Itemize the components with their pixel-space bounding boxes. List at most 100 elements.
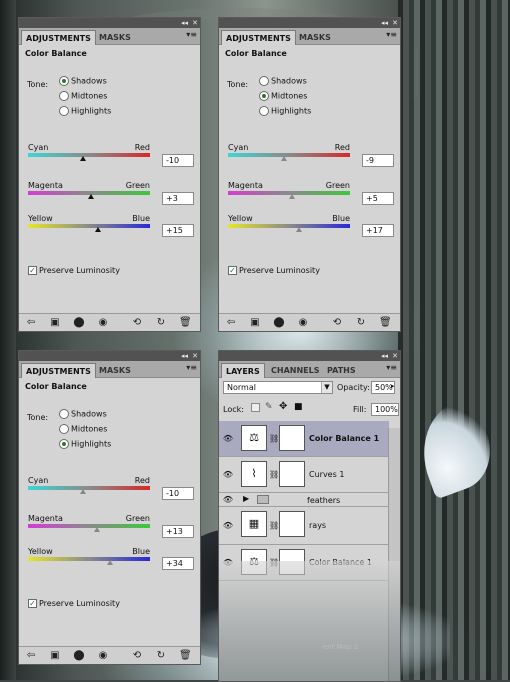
tone-radio-highlights[interactable]: Highlights bbox=[59, 439, 111, 449]
tone-radio-shadows[interactable]: Shadows bbox=[59, 409, 107, 419]
preserve-luminosity-checkbox[interactable]: ✓ Preserve Luminosity bbox=[28, 599, 120, 608]
back-arrow-icon[interactable]: ⇦ bbox=[25, 317, 37, 329]
close-icon[interactable]: ✕ bbox=[392, 351, 398, 361]
blend-mode-select[interactable]: Normal ▼ bbox=[223, 381, 333, 394]
tab-masks[interactable]: MASKS bbox=[95, 30, 135, 45]
panel-menu-icon[interactable]: ▾≡ bbox=[186, 30, 197, 39]
refresh-icon[interactable]: ↻ bbox=[155, 650, 167, 662]
slider-track[interactable] bbox=[228, 224, 350, 228]
refresh-icon[interactable]: ↻ bbox=[155, 317, 167, 329]
tab-adjustments[interactable]: ADJUSTMENTS bbox=[221, 30, 296, 45]
back-arrow-icon[interactable]: ⇦ bbox=[225, 317, 237, 329]
expand-triangle-icon[interactable]: ▶ bbox=[243, 494, 249, 503]
tone-radio-midtones[interactable]: Midtones bbox=[59, 424, 107, 434]
eye-icon[interactable]: 👁 bbox=[222, 495, 234, 505]
collapse-icon[interactable]: ◂◂ bbox=[381, 351, 388, 361]
slider-thumb[interactable] bbox=[106, 560, 113, 565]
collapse-icon[interactable]: ◂◂ bbox=[181, 351, 188, 361]
delete-icon[interactable]: 🗑 bbox=[179, 317, 192, 329]
back-arrow-icon[interactable]: ⇦ bbox=[25, 650, 37, 662]
tone-radio-midtones[interactable]: Midtones bbox=[59, 91, 107, 101]
layer-mask-thumbnail[interactable] bbox=[279, 511, 305, 537]
slider-track[interactable] bbox=[28, 524, 150, 528]
slider-value-field[interactable]: -10 bbox=[162, 487, 194, 500]
layer-mask-thumbnail[interactable] bbox=[279, 461, 305, 487]
clip-layer-icon[interactable]: ▣ bbox=[249, 317, 261, 329]
slider-thumb[interactable] bbox=[289, 194, 296, 199]
eye-icon[interactable]: 👁 bbox=[222, 470, 234, 480]
eye-icon[interactable]: ◉ bbox=[97, 317, 109, 329]
slider-track[interactable] bbox=[28, 557, 150, 561]
preserve-luminosity-checkbox[interactable]: ✓ Preserve Luminosity bbox=[28, 266, 120, 275]
clip-layer-icon[interactable]: ▣ bbox=[49, 650, 61, 662]
link-icon[interactable]: ⛓ bbox=[269, 521, 279, 530]
slider-thumb[interactable] bbox=[87, 194, 94, 199]
tab-adjustments[interactable]: ADJUSTMENTS bbox=[21, 363, 96, 378]
tone-radio-midtones[interactable]: Midtones bbox=[259, 91, 307, 101]
reset-view-icon[interactable]: ⟲ bbox=[131, 650, 143, 662]
tone-radio-shadows[interactable]: Shadows bbox=[59, 76, 107, 86]
panel-menu-icon[interactable]: ▾≡ bbox=[386, 363, 397, 372]
collapse-icon[interactable]: ◂◂ bbox=[381, 18, 388, 28]
slider-thumb[interactable] bbox=[95, 227, 102, 232]
eye-icon[interactable]: ◉ bbox=[297, 317, 309, 329]
refresh-icon[interactable]: ↻ bbox=[355, 317, 367, 329]
collapse-icon[interactable]: ◂◂ bbox=[181, 18, 188, 28]
slider-value-field[interactable]: -10 bbox=[162, 154, 194, 167]
lock-brush-icon[interactable]: ✎ bbox=[265, 402, 273, 412]
layer-row[interactable]: 👁 ⌇ ⛓ Curves 1 bbox=[219, 457, 389, 493]
link-icon[interactable]: ⛓ bbox=[269, 470, 279, 479]
slider-thumb[interactable] bbox=[296, 227, 303, 232]
delete-icon[interactable]: 🗑 bbox=[379, 317, 392, 329]
reset-view-icon[interactable]: ⟲ bbox=[331, 317, 343, 329]
slider-value-field[interactable]: +15 bbox=[162, 224, 194, 237]
lock-transparent-icon[interactable] bbox=[251, 403, 260, 412]
eye-icon[interactable]: 👁 bbox=[222, 521, 234, 531]
slider-value-field[interactable]: +34 bbox=[162, 557, 194, 570]
slider-value-field[interactable]: -9 bbox=[362, 154, 394, 167]
close-icon[interactable]: ✕ bbox=[192, 351, 198, 361]
slider-thumb[interactable] bbox=[79, 489, 86, 494]
preserve-luminosity-checkbox[interactable]: ✓ Preserve Luminosity bbox=[228, 266, 320, 275]
opacity-arrow-icon[interactable]: ▸ bbox=[391, 382, 395, 390]
tab-layers[interactable]: LAYERS bbox=[221, 363, 265, 378]
delete-icon[interactable]: 🗑 bbox=[179, 650, 192, 662]
tab-masks[interactable]: MASKS bbox=[295, 30, 335, 45]
link-icon[interactable]: ⛓ bbox=[269, 434, 279, 443]
slider-value-field[interactable]: +3 bbox=[162, 192, 194, 205]
fill-field[interactable]: 100% bbox=[371, 403, 399, 416]
panel-menu-icon[interactable]: ▾≡ bbox=[186, 363, 197, 372]
mask-visibility-icon[interactable]: ⬤ bbox=[73, 650, 85, 662]
slider-value-field[interactable]: +5 bbox=[362, 192, 394, 205]
slider-value-field[interactable]: +17 bbox=[362, 224, 394, 237]
mask-visibility-icon[interactable]: ⬤ bbox=[73, 317, 85, 329]
tab-paths[interactable]: PATHS bbox=[323, 363, 360, 378]
slider-value-field[interactable]: +13 bbox=[162, 525, 194, 538]
layer-row[interactable]: 👁 ▦ ⛓ rays bbox=[219, 507, 389, 545]
close-icon[interactable]: ✕ bbox=[192, 18, 198, 28]
lock-move-icon[interactable]: ✥ bbox=[279, 401, 287, 412]
close-icon[interactable]: ✕ bbox=[392, 18, 398, 28]
slider-thumb[interactable] bbox=[79, 156, 86, 161]
panel-menu-icon[interactable]: ▾≡ bbox=[386, 30, 397, 39]
lock-all-icon[interactable]: ■ bbox=[294, 402, 303, 412]
slider-track[interactable] bbox=[228, 153, 350, 157]
tab-masks[interactable]: MASKS bbox=[95, 363, 135, 378]
layer-mask-thumbnail[interactable] bbox=[279, 425, 305, 451]
slider-track[interactable] bbox=[28, 486, 150, 490]
layer-row[interactable]: 👁 ⚖⛓ Color Balance 1 bbox=[219, 421, 389, 457]
reset-view-icon[interactable]: ⟲ bbox=[131, 317, 143, 329]
tone-radio-shadows[interactable]: Shadows bbox=[259, 76, 307, 86]
tone-radio-highlights[interactable]: Highlights bbox=[59, 106, 111, 116]
layer-row[interactable]: 👁 ▶ feathers bbox=[219, 493, 389, 507]
clip-layer-icon[interactable]: ▣ bbox=[49, 317, 61, 329]
tab-channels[interactable]: CHANNELS bbox=[267, 363, 323, 378]
slider-thumb[interactable] bbox=[280, 156, 287, 161]
mask-visibility-icon[interactable]: ⬤ bbox=[273, 317, 285, 329]
slider-track[interactable] bbox=[28, 153, 150, 157]
slider-track[interactable] bbox=[28, 224, 150, 228]
tone-radio-highlights[interactable]: Highlights bbox=[259, 106, 311, 116]
tab-adjustments[interactable]: ADJUSTMENTS bbox=[21, 30, 96, 45]
eye-icon[interactable]: 👁 bbox=[222, 434, 234, 444]
slider-thumb[interactable] bbox=[93, 527, 100, 532]
